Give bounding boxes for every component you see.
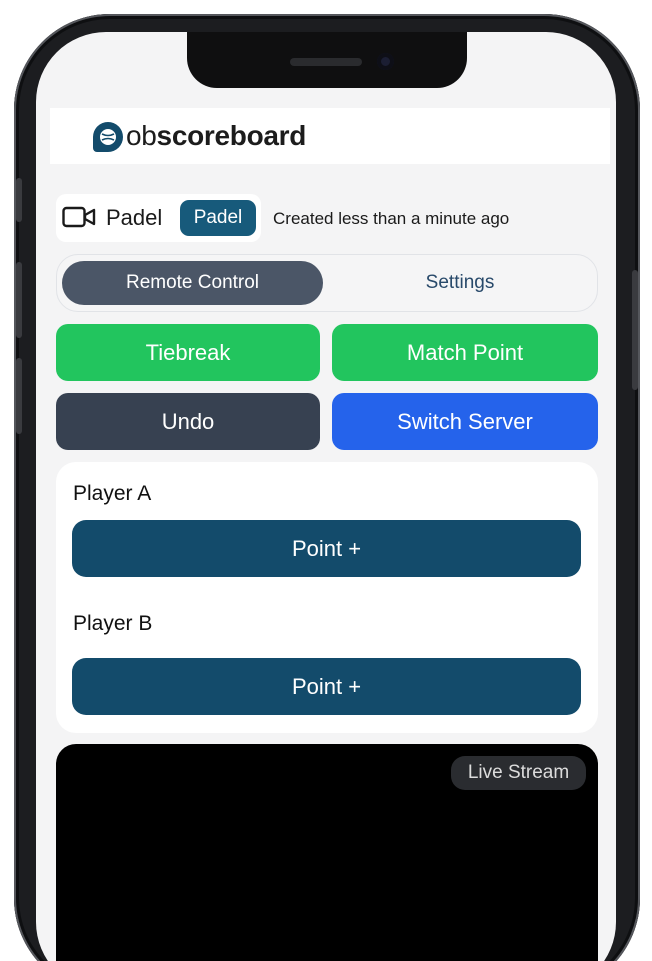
logo-icon xyxy=(93,122,123,152)
app-logo[interactable]: obscoreboard xyxy=(126,120,306,152)
speaker-grille xyxy=(290,58,362,66)
undo-button[interactable]: Undo xyxy=(56,393,320,450)
sport-badge: Padel xyxy=(180,200,256,236)
power-button xyxy=(632,270,638,390)
created-timestamp: Created less than a minute ago xyxy=(273,209,510,228)
volume-up-button xyxy=(16,262,22,338)
front-camera xyxy=(377,53,394,70)
video-camera-icon xyxy=(62,206,96,228)
tiebreak-button[interactable]: Tiebreak xyxy=(56,324,320,381)
logo-prefix: ob xyxy=(126,120,157,151)
switch-server-button[interactable]: Switch Server xyxy=(332,393,598,450)
player-b-label: Player B xyxy=(73,612,153,635)
player-b-point-button[interactable]: Point + xyxy=(72,658,581,715)
player-a-label: Player A xyxy=(73,482,152,505)
tab-settings[interactable]: Settings xyxy=(330,261,590,305)
player-a-point-button[interactable]: Point + xyxy=(72,520,581,577)
live-stream-badge: Live Stream xyxy=(451,756,586,790)
tab-remote-control[interactable]: Remote Control xyxy=(62,261,323,305)
match-name: Padel xyxy=(106,205,163,230)
ball-icon xyxy=(100,129,116,145)
volume-down-button xyxy=(16,358,22,434)
mute-switch xyxy=(16,178,22,222)
match-point-button[interactable]: Match Point xyxy=(332,324,598,381)
logo-suffix: scoreboard xyxy=(156,120,307,151)
